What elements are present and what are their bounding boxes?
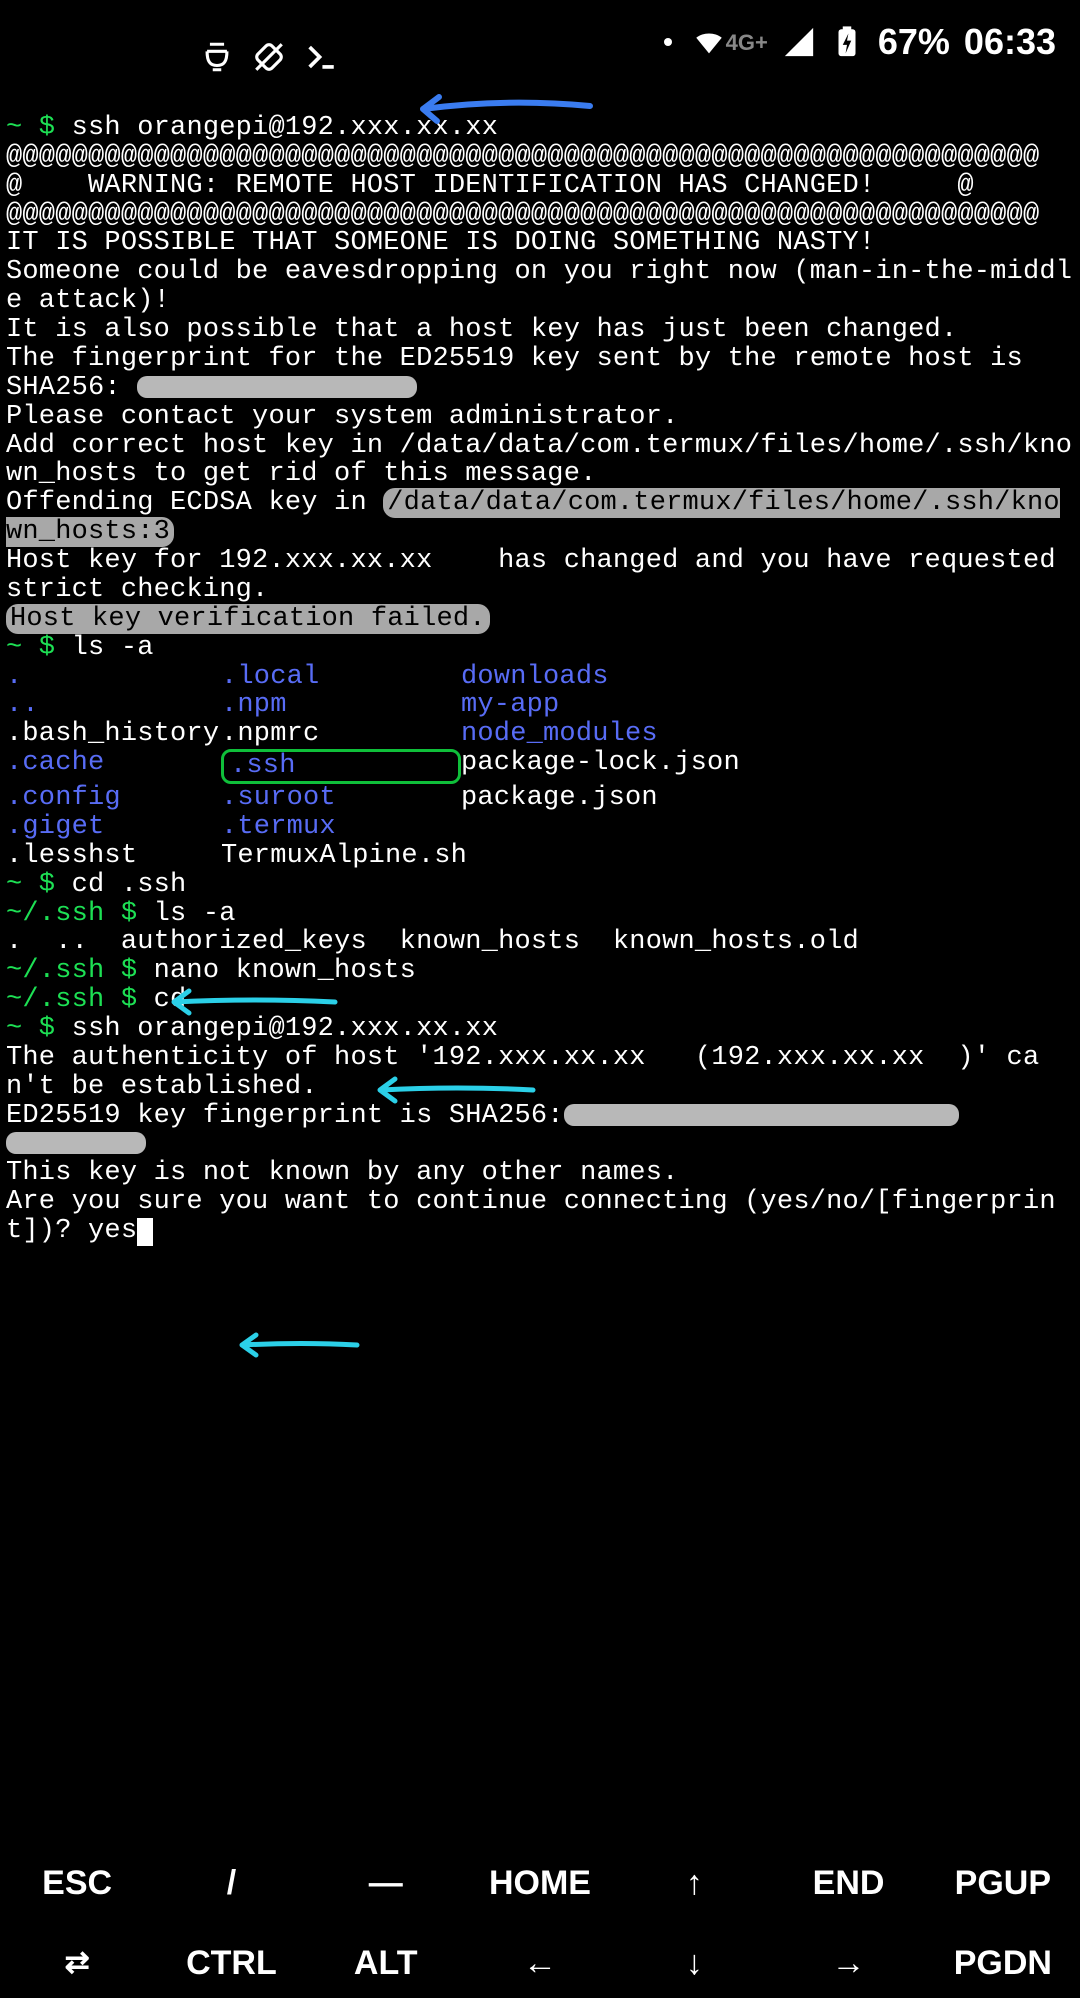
ls-entry: .lesshst (6, 842, 221, 871)
offending-prefix: Offending ECDSA key in (6, 488, 383, 518)
cmd-ls-2: ls -a (154, 899, 236, 929)
status-right: 4G+ 67% 06:33 (664, 23, 1056, 62)
ls-entry: package-lock.json (461, 749, 1074, 784)
ls-entry: .local (221, 663, 461, 692)
annotation-arrow-4 (232, 1332, 362, 1360)
signal-icon (782, 25, 816, 59)
cmd-cd-home: cd (154, 985, 187, 1015)
cursor (137, 1218, 153, 1246)
key-end[interactable]: END (771, 1865, 925, 1901)
verification-failed: Host key verification failed. (6, 604, 490, 634)
notification-dot-icon (664, 38, 672, 46)
cmd-cd-ssh: cd .ssh (72, 870, 187, 900)
at-border-1: @@@@@@@@@@@@@@@@@@@@@@@@@@@@@@@@@@@@@@@@… (6, 142, 1039, 172)
contact-admin: Please contact your system administrator… (6, 402, 679, 432)
prompt-ssh: ~/.ssh $ (6, 899, 154, 929)
ls-output: ..localdownloads...npmmy-app .bash_histor… (6, 663, 1074, 871)
ls-entry (461, 842, 1074, 871)
key-esc[interactable]: ESC (0, 1865, 154, 1901)
ls-entry: node_modules (461, 720, 1074, 749)
ls-entry: .npm (221, 691, 461, 720)
key-dash[interactable]: — (309, 1865, 463, 1901)
prompt-ssh: ~/.ssh $ (6, 985, 154, 1015)
cmd-ssh-1: ssh orangepi@192.xxx.xx.xx (72, 113, 498, 143)
fingerprint-info: The fingerprint for the ED25519 key sent… (6, 344, 1023, 374)
key-down[interactable]: ↓ (617, 1945, 771, 1981)
eavesdrop-warning: Someone could be eavesdropping on you ri… (6, 257, 1072, 316)
ls-entry: . (6, 663, 221, 692)
auth-line-1: The authenticity of host '192.xxx.xx.xx … (6, 1043, 1039, 1102)
key-slash[interactable]: / (154, 1865, 308, 1901)
nasty-warning: IT IS POSSIBLE THAT SOMEONE IS DOING SOM… (6, 228, 875, 258)
ls-entry: .. (6, 691, 221, 720)
ls-entry: .termux (221, 813, 461, 842)
ls-ssh-output: . .. authorized_keys known_hosts known_h… (6, 927, 859, 957)
auth-continue-prompt: Are you sure you want to continue connec… (6, 1187, 1056, 1246)
key-home[interactable]: HOME (463, 1865, 617, 1901)
redacted-fingerprint-1 (137, 376, 417, 398)
ls-entry: .suroot (221, 784, 461, 813)
key-alt[interactable]: ALT (309, 1945, 463, 1981)
ls-entry: my-app (461, 691, 1074, 720)
status-left-icons (200, 40, 338, 74)
sha-label: SHA256: (6, 373, 121, 403)
redacted-fingerprint-2b (6, 1132, 146, 1154)
rotation-lock-icon (252, 40, 286, 74)
ls-entry: TermuxAlpine.sh (221, 842, 461, 871)
ls-entry: .giget (6, 813, 221, 842)
prompt: ~ $ (6, 870, 72, 900)
prompt: ~ $ (6, 633, 72, 663)
hostkey-changed-strict: Host key for 192.xxx.xx.xx has changed a… (6, 546, 1072, 605)
battery-icon (830, 25, 864, 59)
clock: 06:33 (964, 23, 1056, 62)
status-bar: 4G+ 67% 06:33 (0, 0, 1080, 85)
auth-unknown-key: This key is not known by any other names… (6, 1158, 679, 1188)
prompt: ~ $ (6, 113, 72, 143)
key-ctrl[interactable]: CTRL (154, 1945, 308, 1981)
ls-entry: .bash_history (6, 720, 221, 749)
warning-line: @ WARNING: REMOTE HOST IDENTIFICATION HA… (6, 171, 974, 201)
key-left[interactable]: ← (463, 1945, 617, 1981)
key-pgdn[interactable]: PGDN (926, 1945, 1080, 1981)
ls-entry: .npmrc (221, 720, 461, 749)
cmd-ls-1: ls -a (72, 633, 154, 663)
ls-entry-ssh-highlighted: .ssh (221, 749, 461, 784)
auth-fingerprint-label: ED25519 key fingerprint is SHA256: (6, 1101, 564, 1131)
ls-entry: downloads (461, 663, 1074, 692)
key-right[interactable]: → (771, 1945, 925, 1981)
extra-keys-row-1: ESC / — HOME ↑ END PGUP (0, 1865, 1080, 1901)
key-pgup[interactable]: PGUP (926, 1865, 1080, 1901)
prompt-ssh: ~/.ssh $ (6, 956, 154, 986)
at-border-2: @@@@@@@@@@@@@@@@@@@@@@@@@@@@@@@@@@@@@@@@… (6, 200, 1039, 230)
ls-entry: package.json (461, 784, 1074, 813)
battery-percent: 67% (878, 23, 950, 62)
extra-keys-row-2: ⇄ CTRL ALT ← ↓ → PGDN (0, 1945, 1080, 1981)
ls-entry (461, 813, 1074, 842)
wifi-icon (692, 25, 726, 59)
cmd-nano: nano known_hosts (154, 956, 416, 986)
ls-entry: .config (6, 784, 221, 813)
cmd-ssh-2: ssh orangepi@192.xxx.xx.xx (72, 1014, 498, 1044)
hostkey-changed: It is also possible that a host key has … (6, 315, 957, 345)
ls-entry: .cache (6, 749, 221, 784)
add-hostkey-hint: Add correct host key in /data/data/com.t… (6, 431, 1072, 490)
redacted-fingerprint-2a (564, 1104, 959, 1126)
key-keyboard-toggle[interactable]: ⇄ (0, 1947, 154, 1979)
terminal-output[interactable]: ~ $ ssh orangepi@192.xxx.xx.xx @@@@@@@@@… (0, 85, 1080, 1246)
notification-icon (200, 40, 234, 74)
network-type: 4G+ (726, 31, 768, 55)
terminal-icon (304, 40, 338, 74)
answer-yes: yes (88, 1216, 137, 1246)
key-up[interactable]: ↑ (617, 1865, 771, 1901)
prompt: ~ $ (6, 1014, 72, 1044)
